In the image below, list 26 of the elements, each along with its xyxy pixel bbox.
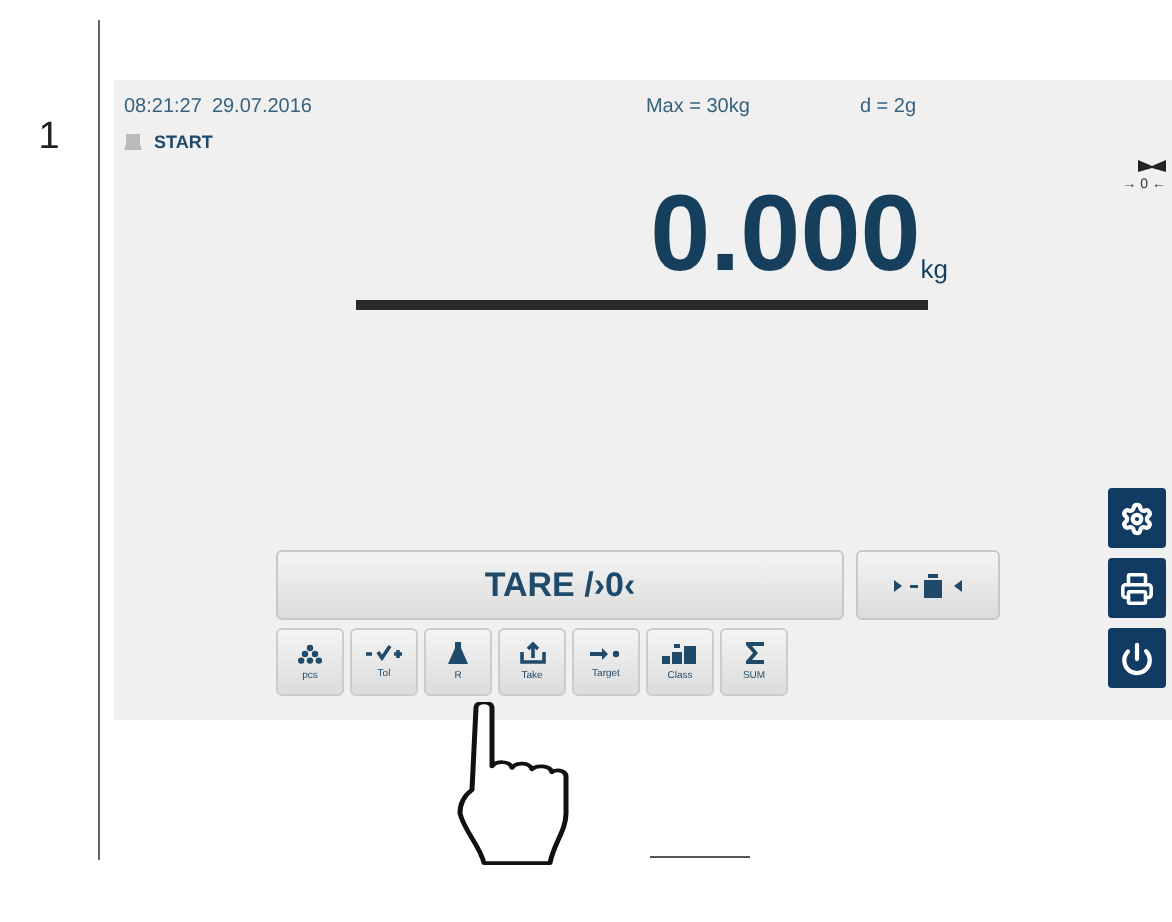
tare-button[interactable]: TARE /›0‹	[276, 550, 844, 620]
dots-icon	[298, 643, 322, 663]
tray-arrow-icon	[519, 642, 545, 664]
weight-unit: kg	[920, 254, 948, 284]
print-button[interactable]	[1108, 558, 1166, 618]
division: d = 2g	[859, 95, 917, 117]
settings-icon	[1120, 501, 1154, 535]
weight-icon	[894, 573, 962, 597]
step-number: 1	[38, 116, 60, 160]
printer-icon	[1120, 571, 1154, 605]
max-capacity: Max = 30kg	[645, 95, 752, 117]
power-icon	[1120, 641, 1154, 675]
clock-time: 08:21:27	[124, 95, 202, 117]
mode-label: START	[154, 132, 213, 152]
date: 29.07.2016	[211, 95, 314, 117]
tolerance-icon	[364, 644, 404, 662]
power-button[interactable]	[1108, 628, 1166, 688]
weight-reading: 0.000	[650, 180, 921, 288]
flask-icon	[448, 642, 468, 664]
sigma-icon	[745, 642, 763, 664]
stable-icon	[1138, 160, 1166, 172]
settings-button[interactable]	[1108, 488, 1166, 548]
weight-button[interactable]	[856, 550, 1000, 620]
scale-icon	[124, 134, 142, 150]
arrow-dot-icon	[590, 645, 622, 661]
bars-icon	[662, 642, 698, 664]
